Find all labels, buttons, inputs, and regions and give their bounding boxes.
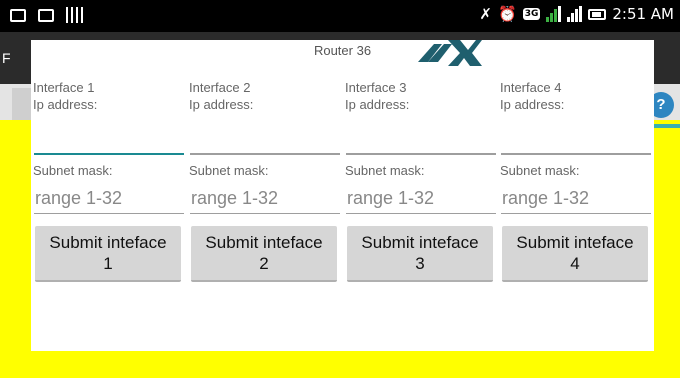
submit-interface-3-button[interactable]: Submit inteface 3 <box>347 226 493 282</box>
interface-label: Interface 4 <box>500 80 562 95</box>
submit-interface-1-button[interactable]: Submit inteface 1 <box>35 226 181 282</box>
interface-column-2: Interface 2 Ip address: Subnet mask: Sub… <box>187 40 340 351</box>
subnet-mask-input[interactable] <box>346 184 496 214</box>
alarm-icon: ⏰ <box>498 5 517 23</box>
ip-address-label: Ip address: <box>33 97 98 112</box>
signal-icon <box>567 6 583 22</box>
subnet-mask-label: Subnet mask: <box>500 163 580 178</box>
subnet-mask-label: Subnet mask: <box>189 163 269 178</box>
ip-address-input[interactable] <box>346 153 496 155</box>
ip-address-input[interactable] <box>501 153 651 155</box>
3g-icon: 3G <box>522 8 541 20</box>
subnet-mask-input[interactable] <box>190 184 340 214</box>
status-bar: ✗ ⏰ 3G 2:51 AM <box>0 0 680 32</box>
clock: 2:51 AM <box>612 5 674 23</box>
subnet-mask-label: Subnet mask: <box>345 163 425 178</box>
subnet-mask-input[interactable] <box>501 184 651 214</box>
router-dialog: Router 36 Interface 1 Ip address: Subnet… <box>31 40 654 351</box>
interface-label: Interface 2 <box>189 80 251 95</box>
background-accent <box>650 124 680 128</box>
mute-icon: ✗ <box>479 5 492 23</box>
subnet-mask-input[interactable] <box>34 184 184 214</box>
ip-address-label: Ip address: <box>500 97 565 112</box>
ip-address-label: Ip address: <box>345 97 410 112</box>
submit-interface-4-button[interactable]: Submit inteface 4 <box>502 226 648 282</box>
subnet-mask-label: Subnet mask: <box>33 163 113 178</box>
ip-address-input[interactable] <box>34 153 184 155</box>
battery-charging-icon <box>588 8 607 20</box>
interface-column-3: Interface 3 Ip address: Subnet mask: Sub… <box>343 40 496 351</box>
signal-green-icon <box>546 6 562 22</box>
message-icon <box>10 8 26 22</box>
barcode-icon <box>66 7 86 23</box>
interface-label: Interface 1 <box>33 80 95 95</box>
interface-column-4: Interface 4 Ip address: Subnet mask: Sub… <box>498 40 651 351</box>
app-title-partial: F <box>2 50 11 66</box>
ip-address-label: Ip address: <box>189 97 254 112</box>
chat-icon <box>38 8 54 22</box>
interface-label: Interface 3 <box>345 80 407 95</box>
interface-column-1: Interface 1 Ip address: Subnet mask: Sub… <box>31 40 184 351</box>
ip-address-input[interactable] <box>190 153 340 155</box>
submit-interface-2-button[interactable]: Submit inteface 2 <box>191 226 337 282</box>
